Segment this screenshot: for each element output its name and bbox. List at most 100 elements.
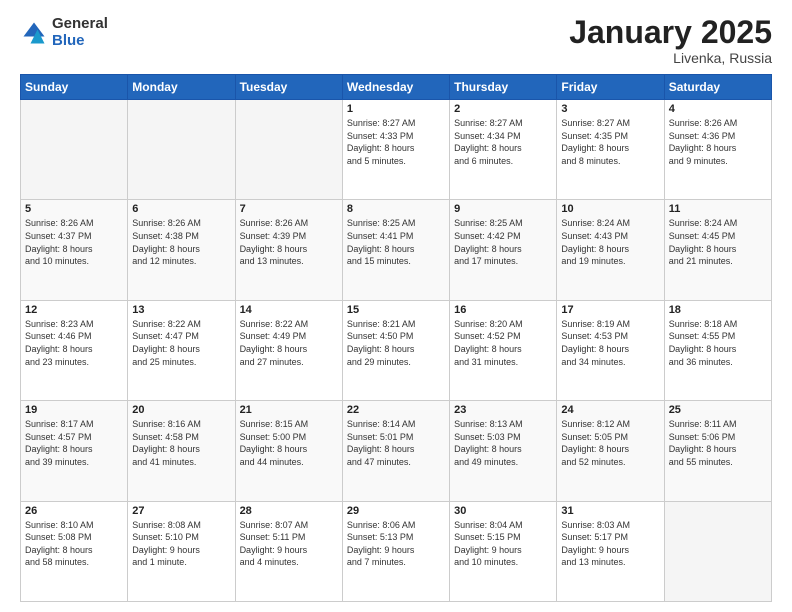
cell-info: Sunrise: 8:23 AM Sunset: 4:46 PM Dayligh… (25, 318, 123, 368)
day-number: 4 (669, 103, 767, 115)
calendar-cell (128, 100, 235, 200)
calendar-week: 5Sunrise: 8:26 AM Sunset: 4:37 PM Daylig… (21, 200, 772, 300)
cell-info: Sunrise: 8:18 AM Sunset: 4:55 PM Dayligh… (669, 318, 767, 368)
calendar-cell: 6 Sunrise: 8:26 AM Sunset: 4:38 PM Daylig… (128, 200, 235, 300)
day-number: 22 (347, 404, 445, 416)
day-number: 26 (25, 505, 123, 517)
calendar-cell: 11 Sunrise: 8:24 AM Sunset: 4:45 PM Dayli… (664, 200, 771, 300)
day-number: 10 (561, 203, 659, 215)
calendar-cell: 29 Sunrise: 8:06 AM Sunset: 5:13 PM Dayli… (342, 501, 449, 601)
day-number: 20 (132, 404, 230, 416)
cell-info: Sunrise: 8:14 AM Sunset: 5:01 PM Dayligh… (347, 418, 445, 468)
calendar-cell: 18 Sunrise: 8:18 AM Sunset: 4:55 PM Dayli… (664, 300, 771, 400)
page: General Blue January 2025 Livenka, Russi… (0, 0, 792, 612)
calendar-cell: 24 Sunrise: 8:12 AM Sunset: 5:05 PM Dayli… (557, 401, 664, 501)
calendar-cell: 21Sunrise: 8:15 AM Sunset: 5:00 PM Dayli… (235, 401, 342, 501)
cell-info: Sunrise: 8:16 AM Sunset: 4:58 PM Dayligh… (132, 418, 230, 468)
day-number: 31 (561, 505, 659, 517)
cell-info: Sunrise: 8:25 AM Sunset: 4:42 PM Dayligh… (454, 217, 552, 267)
cell-info: Sunrise: 8:22 AM Sunset: 4:49 PM Dayligh… (240, 318, 338, 368)
cell-info: Sunrise: 8:27 AM Sunset: 4:34 PM Dayligh… (454, 117, 552, 167)
cell-info: Sunrise: 8:22 AM Sunset: 4:47 PM Dayligh… (132, 318, 230, 368)
calendar-cell: 1Sunrise: 8:27 AM Sunset: 4:33 PM Daylig… (342, 100, 449, 200)
cell-info: Sunrise: 8:12 AM Sunset: 5:05 PM Dayligh… (561, 418, 659, 468)
day-number: 9 (454, 203, 552, 215)
calendar-cell: 27Sunrise: 8:08 AM Sunset: 5:10 PM Dayli… (128, 501, 235, 601)
day-number: 7 (240, 203, 338, 215)
cell-info: Sunrise: 8:03 AM Sunset: 5:17 PM Dayligh… (561, 519, 659, 569)
day-number: 6 (132, 203, 230, 215)
cell-info: Sunrise: 8:06 AM Sunset: 5:13 PM Dayligh… (347, 519, 445, 569)
weekday-header: Saturday (664, 75, 771, 100)
calendar-week: 12Sunrise: 8:23 AM Sunset: 4:46 PM Dayli… (21, 300, 772, 400)
location: Livenka, Russia (569, 50, 772, 66)
weekday-header: Thursday (450, 75, 557, 100)
weekday-header: Wednesday (342, 75, 449, 100)
day-number: 1 (347, 103, 445, 115)
calendar-cell: 23Sunrise: 8:13 AM Sunset: 5:03 PM Dayli… (450, 401, 557, 501)
day-number: 3 (561, 103, 659, 115)
calendar-cell (235, 100, 342, 200)
day-number: 17 (561, 304, 659, 316)
day-number: 30 (454, 505, 552, 517)
calendar-cell: 19 Sunrise: 8:17 AM Sunset: 4:57 PM Dayli… (21, 401, 128, 501)
calendar-cell: 28 Sunrise: 8:07 AM Sunset: 5:11 PM Dayli… (235, 501, 342, 601)
day-number: 11 (669, 203, 767, 215)
calendar-cell: 7 Sunrise: 8:26 AM Sunset: 4:39 PM Daylig… (235, 200, 342, 300)
cell-info: Sunrise: 8:10 AM Sunset: 5:08 PM Dayligh… (25, 519, 123, 569)
cell-info: Sunrise: 8:11 AM Sunset: 5:06 PM Dayligh… (669, 418, 767, 468)
title-block: January 2025 Livenka, Russia (569, 16, 772, 66)
day-number: 16 (454, 304, 552, 316)
calendar-cell: 2 Sunrise: 8:27 AM Sunset: 4:34 PM Daylig… (450, 100, 557, 200)
day-number: 24 (561, 404, 659, 416)
cell-info: Sunrise: 8:27 AM Sunset: 4:35 PM Dayligh… (561, 117, 659, 167)
day-number: 8 (347, 203, 445, 215)
day-number: 23 (454, 404, 552, 416)
calendar-cell: 13 Sunrise: 8:22 AM Sunset: 4:47 PM Dayli… (128, 300, 235, 400)
calendar-cell: 10 Sunrise: 8:24 AM Sunset: 4:43 PM Dayli… (557, 200, 664, 300)
cell-info: Sunrise: 8:24 AM Sunset: 4:43 PM Dayligh… (561, 217, 659, 267)
calendar-cell: 3 Sunrise: 8:27 AM Sunset: 4:35 PM Daylig… (557, 100, 664, 200)
day-number: 19 (25, 404, 123, 416)
calendar-cell (664, 501, 771, 601)
calendar-cell: 14 Sunrise: 8:22 AM Sunset: 4:49 PM Dayli… (235, 300, 342, 400)
weekday-header: Monday (128, 75, 235, 100)
calendar-cell: 31 Sunrise: 8:03 AM Sunset: 5:17 PM Dayli… (557, 501, 664, 601)
cell-info: Sunrise: 8:20 AM Sunset: 4:52 PM Dayligh… (454, 318, 552, 368)
logo-blue-text: Blue (52, 33, 108, 50)
day-number: 14 (240, 304, 338, 316)
cell-info: Sunrise: 8:26 AM Sunset: 4:39 PM Dayligh… (240, 217, 338, 267)
cell-info: Sunrise: 8:04 AM Sunset: 5:15 PM Dayligh… (454, 519, 552, 569)
logo: General Blue (20, 16, 108, 49)
cell-info: Sunrise: 8:15 AM Sunset: 5:00 PM Dayligh… (240, 418, 338, 468)
month-title: January 2025 (569, 16, 772, 48)
day-number: 2 (454, 103, 552, 115)
day-number: 13 (132, 304, 230, 316)
cell-info: Sunrise: 8:26 AM Sunset: 4:38 PM Dayligh… (132, 217, 230, 267)
calendar-cell: 16 Sunrise: 8:20 AM Sunset: 4:52 PM Dayli… (450, 300, 557, 400)
logo-general-text: General (52, 16, 108, 33)
header: General Blue January 2025 Livenka, Russi… (20, 16, 772, 66)
weekday-header: Friday (557, 75, 664, 100)
weekday-header: Sunday (21, 75, 128, 100)
logo-text: General Blue (52, 16, 108, 49)
calendar-cell: 12Sunrise: 8:23 AM Sunset: 4:46 PM Dayli… (21, 300, 128, 400)
calendar-cell: 25Sunrise: 8:11 AM Sunset: 5:06 PM Dayli… (664, 401, 771, 501)
calendar-cell: 5Sunrise: 8:26 AM Sunset: 4:37 PM Daylig… (21, 200, 128, 300)
cell-info: Sunrise: 8:24 AM Sunset: 4:45 PM Dayligh… (669, 217, 767, 267)
calendar-week: 1Sunrise: 8:27 AM Sunset: 4:33 PM Daylig… (21, 100, 772, 200)
cell-info: Sunrise: 8:26 AM Sunset: 4:36 PM Dayligh… (669, 117, 767, 167)
calendar-cell: 17 Sunrise: 8:19 AM Sunset: 4:53 PM Dayli… (557, 300, 664, 400)
calendar-cell (21, 100, 128, 200)
cell-info: Sunrise: 8:19 AM Sunset: 4:53 PM Dayligh… (561, 318, 659, 368)
cell-info: Sunrise: 8:07 AM Sunset: 5:11 PM Dayligh… (240, 519, 338, 569)
day-number: 18 (669, 304, 767, 316)
day-number: 29 (347, 505, 445, 517)
calendar-cell: 15Sunrise: 8:21 AM Sunset: 4:50 PM Dayli… (342, 300, 449, 400)
calendar-cell: 26 Sunrise: 8:10 AM Sunset: 5:08 PM Dayli… (21, 501, 128, 601)
calendar-cell: 20 Sunrise: 8:16 AM Sunset: 4:58 PM Dayli… (128, 401, 235, 501)
day-number: 28 (240, 505, 338, 517)
cell-info: Sunrise: 8:17 AM Sunset: 4:57 PM Dayligh… (25, 418, 123, 468)
calendar-body: 1Sunrise: 8:27 AM Sunset: 4:33 PM Daylig… (21, 100, 772, 602)
calendar-header: SundayMondayTuesdayWednesdayThursdayFrid… (21, 75, 772, 100)
